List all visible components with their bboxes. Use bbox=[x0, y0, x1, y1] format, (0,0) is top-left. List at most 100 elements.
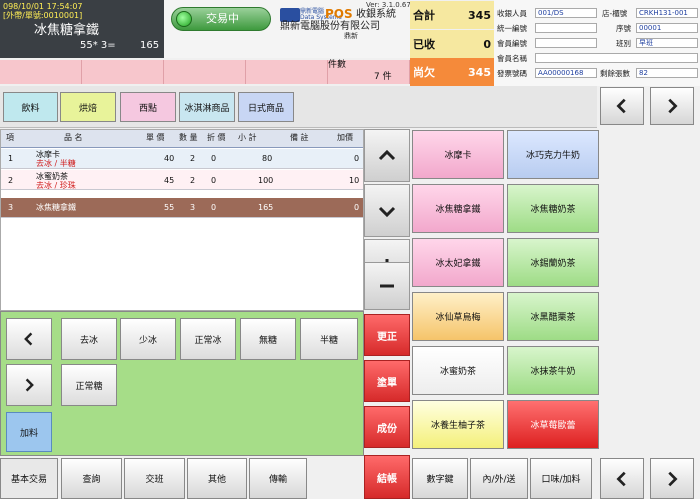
row-mods: 去冰 / 珍珠 bbox=[36, 181, 76, 190]
received-amount-row: 已收 0 bbox=[410, 30, 494, 58]
brand-system: 收銀系統 bbox=[356, 9, 396, 20]
modifier-less-ice[interactable]: 少冰 bbox=[120, 318, 176, 360]
total-value: 345 bbox=[468, 8, 491, 22]
add-topping-button[interactable]: 加料 bbox=[6, 412, 52, 452]
col-extra: 加價 bbox=[337, 133, 353, 142]
member-name-field bbox=[535, 53, 698, 63]
void-button[interactable]: 塗單 bbox=[364, 360, 410, 402]
col-note: 備 註 bbox=[290, 133, 309, 142]
col-no: 項 bbox=[6, 133, 14, 142]
product-button[interactable]: 冰摩卡 bbox=[412, 130, 504, 179]
modifier-no-ice[interactable]: 去冰 bbox=[61, 318, 117, 360]
version-label: Ver: 3.1.0.67 bbox=[366, 1, 411, 9]
category-prev-button[interactable] bbox=[600, 87, 644, 125]
scroll-up-button[interactable] bbox=[364, 129, 410, 182]
product-button[interactable]: 冰黑醋栗茶 bbox=[507, 292, 599, 341]
tab-other[interactable]: 其他 bbox=[187, 458, 247, 499]
product-next-button[interactable] bbox=[650, 458, 694, 499]
modifier-prev-button[interactable] bbox=[6, 318, 52, 360]
category-tab-bakery[interactable]: 烘焙 bbox=[60, 92, 116, 122]
row-extra: 0 bbox=[354, 203, 360, 212]
member-name-label: 會員名稱 bbox=[497, 54, 527, 63]
combo-button[interactable]: 成份 bbox=[364, 406, 410, 448]
row-price: 40 bbox=[164, 154, 175, 163]
member-id-field[interactable] bbox=[535, 38, 597, 48]
product-button[interactable]: 冰仙草烏梅 bbox=[412, 292, 504, 341]
strip-cell-2 bbox=[82, 60, 164, 84]
row-no: 1 bbox=[8, 154, 14, 163]
modifier-next-button[interactable] bbox=[6, 364, 52, 406]
tab-transfer[interactable]: 傳輸 bbox=[249, 458, 307, 499]
product-button[interactable]: 冰巧克力牛奶 bbox=[507, 130, 599, 179]
category-tab-pastry[interactable]: 西點 bbox=[120, 92, 176, 122]
total-amount-row: 合計 345 bbox=[410, 1, 494, 29]
modifier-half-sugar[interactable]: 半糖 bbox=[300, 318, 358, 360]
col-price: 單 價 bbox=[146, 133, 165, 142]
chevron-right-icon bbox=[668, 471, 678, 486]
product-button[interactable]: 冰蜜奶茶 bbox=[412, 346, 504, 395]
correct-button[interactable]: 更正 bbox=[364, 314, 410, 356]
shift-field: 早班 bbox=[636, 38, 698, 48]
dine-mode-button[interactable]: 內/外/送 bbox=[470, 458, 528, 499]
pieces-value: 7 件 bbox=[374, 72, 392, 82]
invoice-field: AA00000168 bbox=[535, 68, 597, 78]
invoice-label: 發票號碼 bbox=[497, 69, 527, 78]
category-tab-drinks[interactable]: 飲料 bbox=[3, 92, 58, 122]
modifier-no-sugar[interactable]: 無糖 bbox=[240, 318, 296, 360]
row-extra: 10 bbox=[349, 176, 360, 185]
current-item-qty: 55* 3= bbox=[80, 40, 116, 51]
transaction-status-label: 交易中 bbox=[206, 12, 239, 25]
current-item-total: 165 bbox=[140, 40, 160, 51]
product-button[interactable]: 冰太妃拿鐵 bbox=[412, 238, 504, 287]
pieces-label: 件數 bbox=[328, 60, 347, 70]
received-value: 0 bbox=[483, 37, 491, 51]
row-subtotal: 80 bbox=[262, 154, 273, 163]
brand-pos: POS bbox=[325, 7, 353, 21]
product-button[interactable]: 冰焦糖奶茶 bbox=[507, 184, 599, 233]
row-discount: 0 bbox=[211, 176, 217, 185]
row-no: 2 bbox=[8, 176, 14, 185]
modifier-normal-ice[interactable]: 正常冰 bbox=[180, 318, 236, 360]
row-name: 冰蜜奶茶 bbox=[36, 172, 68, 181]
row-price: 45 bbox=[164, 176, 175, 185]
serial-field: 00001 bbox=[636, 23, 698, 33]
tax-id-label: 統一編號 bbox=[497, 24, 527, 33]
row-price: 55 bbox=[164, 203, 175, 212]
store-field: CRKH131-001 bbox=[636, 8, 698, 18]
remaining-label: 剩餘張數 bbox=[600, 69, 630, 78]
modifier-normal-sugar[interactable]: 正常糖 bbox=[61, 364, 117, 406]
strip-cell-3 bbox=[164, 60, 246, 84]
row-name: 冰焦糖拿鐵 bbox=[36, 203, 76, 212]
category-next-button[interactable] bbox=[650, 87, 694, 125]
chevron-left-icon bbox=[616, 98, 626, 114]
numpad-button[interactable]: 數字鍵 bbox=[412, 458, 468, 499]
row-name: 冰摩卡 bbox=[36, 150, 60, 159]
product-button[interactable]: 冰草莓歐蕾 bbox=[507, 400, 599, 449]
cashier-field: 001/DS bbox=[535, 8, 597, 18]
chevron-right-icon bbox=[25, 378, 34, 392]
store-label: 店-櫃號 bbox=[602, 9, 628, 18]
product-button[interactable]: 冰焦糖拿鐵 bbox=[412, 184, 504, 233]
col-name: 品 名 bbox=[64, 133, 83, 142]
order-type: [外帶/單號:0010001] bbox=[3, 11, 83, 20]
scroll-down-button[interactable] bbox=[364, 184, 410, 237]
flavor-topping-button[interactable]: 口味/加料 bbox=[530, 458, 592, 499]
tab-query[interactable]: 查詢 bbox=[61, 458, 122, 499]
tax-id-field[interactable] bbox=[535, 23, 597, 33]
row-no: 3 bbox=[8, 203, 14, 212]
category-tab-icecream[interactable]: 冰淇淋商品 bbox=[179, 92, 235, 122]
chevron-left-icon bbox=[616, 471, 626, 486]
row-discount: 0 bbox=[211, 203, 217, 212]
category-tab-japanese[interactable]: 日式商品 bbox=[238, 92, 294, 122]
qty-minus-button[interactable] bbox=[364, 262, 410, 310]
minus-icon bbox=[380, 284, 394, 288]
product-button[interactable]: 冰錫蘭奶茶 bbox=[507, 238, 599, 287]
checkout-button[interactable]: 結帳 bbox=[364, 455, 410, 499]
product-button[interactable]: 冰養生柚子茶 bbox=[412, 400, 504, 449]
product-prev-button[interactable] bbox=[600, 458, 644, 499]
product-button[interactable]: 冰抹茶牛奶 bbox=[507, 346, 599, 395]
serial-label: 序號 bbox=[616, 24, 631, 33]
tab-basic-trade[interactable]: 基本交易 bbox=[0, 458, 58, 499]
status-light-icon bbox=[176, 11, 192, 27]
tab-shift[interactable]: 交班 bbox=[124, 458, 185, 499]
